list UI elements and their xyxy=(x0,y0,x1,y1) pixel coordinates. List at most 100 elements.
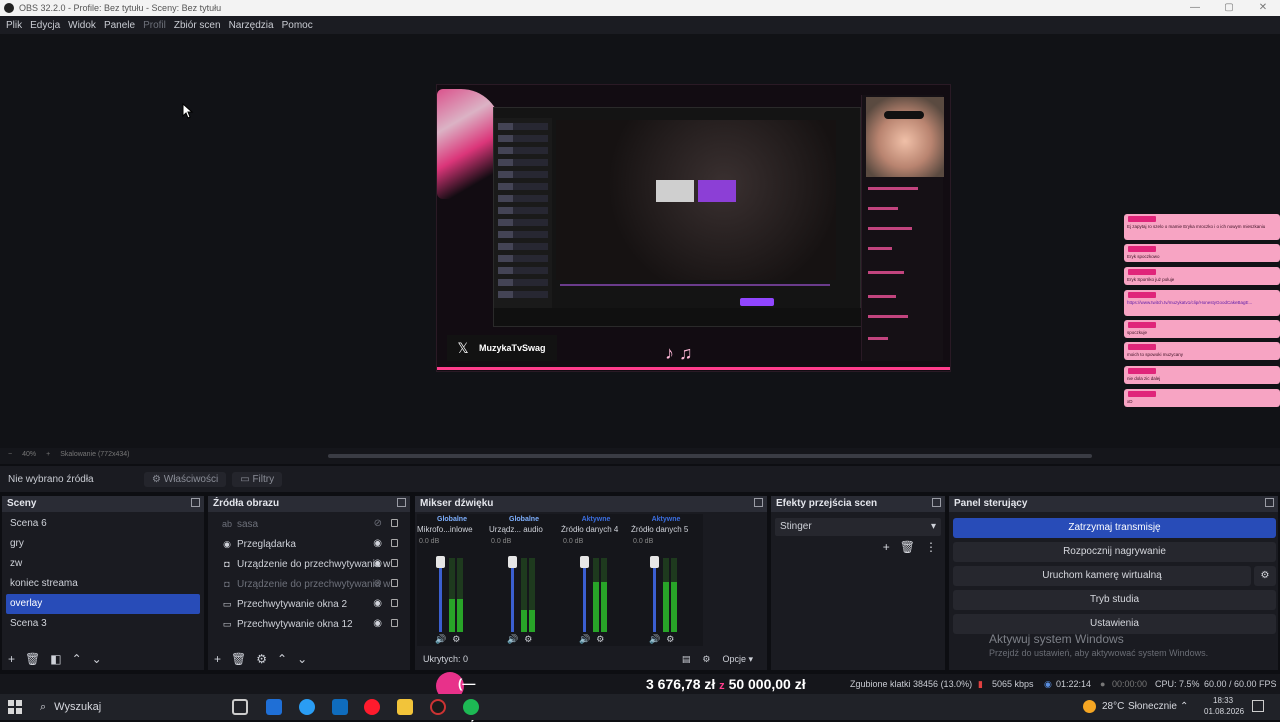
task-view-icon[interactable] xyxy=(232,699,248,715)
properties-button[interactable]: ⚙ Właściwości xyxy=(144,471,227,487)
add-transition-icon[interactable]: + xyxy=(883,540,890,554)
menu-narzedzia[interactable]: Narzędzia xyxy=(229,20,274,31)
scene-item-selected[interactable]: overlay xyxy=(6,594,200,614)
gear-icon[interactable]: ⚙ xyxy=(452,634,460,645)
scene-item[interactable]: Scena 3 xyxy=(2,614,204,634)
gear-icon[interactable]: ⚙ xyxy=(596,634,604,645)
store-icon[interactable] xyxy=(266,699,282,715)
layout-toggle-icon[interactable]: ▤ xyxy=(682,654,691,665)
volume-slider[interactable] xyxy=(436,556,445,568)
scene-item[interactable]: zw xyxy=(2,554,204,574)
source-item[interactable]: ab sasa ⊘ xyxy=(208,514,410,534)
obs-taskbar-icon[interactable] xyxy=(430,699,446,715)
undock-icon[interactable] xyxy=(932,498,941,507)
move-up-icon[interactable]: ⌃ xyxy=(72,652,82,666)
menu-widok[interactable]: Widok xyxy=(68,20,96,31)
speaker-icon[interactable]: 🔊 xyxy=(507,634,518,645)
speaker-icon[interactable]: 🔊 xyxy=(579,634,590,645)
settings-button[interactable]: Ustawienia xyxy=(953,614,1276,634)
gear-icon[interactable]: ⚙ xyxy=(666,634,674,645)
source-item[interactable]: ▭ Przechwytywanie okna 12 ◉ xyxy=(208,614,410,634)
studio-mode-button[interactable]: Tryb studia xyxy=(953,590,1276,610)
remove-scene-icon[interactable]: 🗑 xyxy=(25,652,40,666)
transition-select[interactable]: Stinger ▾ xyxy=(775,518,941,536)
zoom-out-button[interactable]: − xyxy=(8,451,12,458)
eye-icon[interactable]: ◉ xyxy=(373,559,382,569)
transition-menu-icon[interactable]: ⋮ xyxy=(925,540,937,554)
windows-start-icon[interactable] xyxy=(8,700,22,714)
maximize-button[interactable]: ▢ xyxy=(1212,0,1246,16)
virtual-camera-settings-icon[interactable]: ⚙ xyxy=(1254,566,1276,586)
filters-button[interactable]: ▭ Filtry xyxy=(232,471,283,487)
lock-icon[interactable] xyxy=(391,539,398,547)
move-up-icon[interactable]: ⌃ xyxy=(277,652,287,666)
scene-item[interactable]: gry xyxy=(2,534,204,554)
scaling-dropdown[interactable]: Skalowanie (772x434) xyxy=(60,451,129,458)
source-item[interactable]: ◘ Urządzenie do przechwytywania w ⊘ xyxy=(208,574,410,594)
volume-slider[interactable] xyxy=(650,556,659,568)
menu-profil[interactable]: Profil xyxy=(143,20,166,31)
source-item[interactable]: ▭ Przechwytywanie okna 2 ◉ xyxy=(208,594,410,614)
speaker-icon[interactable]: 🔊 xyxy=(649,634,660,645)
hidden-eye-icon[interactable]: ⊘ xyxy=(374,579,382,589)
undock-icon[interactable] xyxy=(191,498,200,507)
opera-icon[interactable] xyxy=(364,699,380,715)
volume-slider[interactable] xyxy=(508,556,517,568)
stop-stream-button[interactable]: Zatrzymaj transmisję xyxy=(953,518,1276,538)
remove-transition-icon[interactable]: 🗑 xyxy=(900,540,915,554)
volume-slider[interactable] xyxy=(580,556,589,568)
undock-icon[interactable] xyxy=(754,498,763,507)
speaker-icon[interactable]: 🔊 xyxy=(435,634,446,645)
move-down-icon[interactable]: ⌄ xyxy=(92,652,102,666)
tray-chevron-icon[interactable]: ⌃ xyxy=(1180,701,1188,712)
menu-pomoc[interactable]: Pomoc xyxy=(282,20,313,31)
status-bar: Zgubione klatki 38456 (13.0%) ▮ 5065 kbp… xyxy=(0,674,1280,694)
options-dropdown[interactable]: Opcje ▾ xyxy=(722,654,753,665)
minimize-button[interactable]: — xyxy=(1178,0,1212,16)
menu-plik[interactable]: Plik xyxy=(6,20,22,31)
obs-logo-icon xyxy=(4,3,14,13)
notifications-icon[interactable] xyxy=(1252,700,1264,712)
virtual-camera-button[interactable]: Uruchom kamerę wirtualną xyxy=(953,566,1251,586)
donation-separator: z xyxy=(719,680,725,692)
move-down-icon[interactable]: ⌄ xyxy=(297,652,307,666)
lock-icon[interactable] xyxy=(391,579,398,587)
eye-icon[interactable]: ◉ xyxy=(373,619,382,629)
source-item[interactable]: ◘ Urządzenie do przechwytywania w ◉ xyxy=(208,554,410,574)
edge-icon[interactable] xyxy=(299,699,315,715)
scene-item[interactable]: koniec streama xyxy=(2,574,204,594)
menu-panele[interactable]: Panele xyxy=(104,20,135,31)
eye-icon[interactable]: ◉ xyxy=(373,539,382,549)
chat-message: Eryk spoczkowo xyxy=(1124,244,1280,262)
add-source-icon[interactable]: + xyxy=(214,652,221,666)
menu-zbior-scen[interactable]: Zbiór scen xyxy=(174,20,221,31)
gear-icon[interactable]: ⚙ xyxy=(524,634,532,645)
source-item[interactable]: ◉ Przeglądarka ◉ xyxy=(208,534,410,554)
undock-icon[interactable] xyxy=(397,498,406,507)
chat-message: xD xyxy=(1124,389,1280,407)
remove-source-icon[interactable]: 🗑 xyxy=(231,652,246,666)
lock-icon[interactable] xyxy=(391,599,398,607)
scene-item[interactable]: Scena 6 xyxy=(2,514,204,534)
lock-icon[interactable] xyxy=(391,559,398,567)
lock-icon[interactable] xyxy=(391,619,398,627)
stream-time: 01:22:14 xyxy=(1056,679,1092,689)
add-scene-icon[interactable]: + xyxy=(8,652,15,666)
hidden-eye-icon[interactable]: ⊘ xyxy=(374,519,382,529)
mixer-title: Mikser dźwięku xyxy=(420,498,494,509)
scene-filters-icon[interactable]: ◧ xyxy=(50,652,61,666)
zoom-in-button[interactable]: + xyxy=(46,451,50,458)
eye-icon[interactable]: ◉ xyxy=(373,599,382,609)
close-button[interactable]: ✕ xyxy=(1246,0,1280,16)
undock-icon[interactable] xyxy=(1265,498,1274,507)
file-explorer-icon[interactable] xyxy=(397,699,413,715)
start-recording-button[interactable]: Rozpocznij nagrywanie xyxy=(953,542,1276,562)
menu-edycja[interactable]: Edycja xyxy=(30,20,60,31)
advanced-audio-icon[interactable]: ⚙ xyxy=(702,654,710,665)
source-settings-icon[interactable]: ⚙ xyxy=(256,652,267,666)
mail-icon[interactable] xyxy=(332,699,348,715)
preview-horizontal-scrollbar[interactable] xyxy=(328,454,1092,458)
lock-icon[interactable] xyxy=(391,519,398,527)
spotify-icon[interactable] xyxy=(463,699,479,715)
taskbar-search[interactable]: ⌕ Wyszukaj xyxy=(34,696,214,718)
